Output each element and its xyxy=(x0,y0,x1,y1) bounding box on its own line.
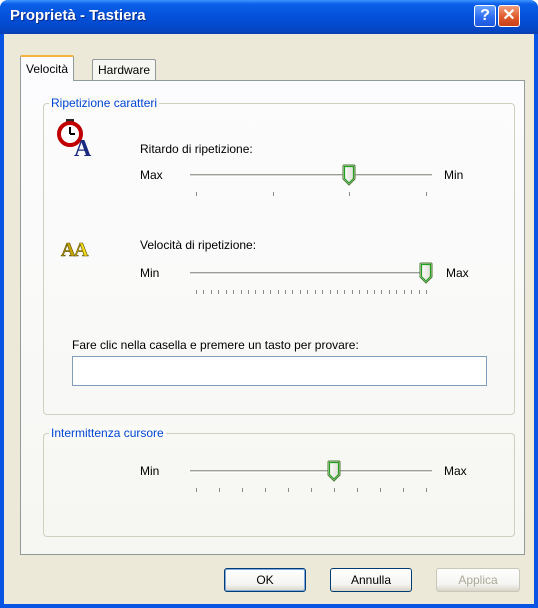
ok-button[interactable]: OK xyxy=(224,568,306,592)
keyboard-properties-window: Proprietà - Tastiera ? ✕ Velocità Hardwa… xyxy=(0,0,538,608)
rate-tick xyxy=(203,290,204,294)
rate-tick xyxy=(285,290,286,294)
repeat-group: Ripetizione caratteri A Ritardo di ripet… xyxy=(43,96,515,415)
rate-tick xyxy=(344,290,345,294)
svg-text:A: A xyxy=(74,136,92,158)
rate-tick xyxy=(263,290,264,294)
blink-max-label: Max xyxy=(444,464,467,478)
rate-tick xyxy=(315,290,316,294)
rate-tick xyxy=(359,290,360,294)
rate-tick xyxy=(278,290,279,294)
delay-min-label: Max xyxy=(140,168,163,182)
title-bar[interactable]: Proprietà - Tastiera ? ✕ xyxy=(0,0,538,34)
delay-tick xyxy=(349,192,350,196)
repeat-group-legend: Ripetizione caratteri xyxy=(49,96,160,110)
delay-max-label: Min xyxy=(444,168,464,182)
rate-tick xyxy=(307,290,308,294)
rate-tick xyxy=(218,290,219,294)
blink-tick xyxy=(219,488,220,492)
blink-tick xyxy=(426,488,427,492)
blink-thumb[interactable] xyxy=(327,460,341,482)
delay-tick xyxy=(273,192,274,196)
rate-tick xyxy=(367,290,368,294)
blink-tick xyxy=(334,488,335,492)
double-letter-a-icon: A A xyxy=(61,239,90,260)
rate-tick xyxy=(241,290,242,294)
blink-tick xyxy=(357,488,358,492)
apply-button[interactable]: Applica xyxy=(436,568,520,592)
cancel-button[interactable]: Annulla xyxy=(330,568,412,592)
rate-tick xyxy=(404,290,405,294)
rate-tick xyxy=(211,290,212,294)
svg-text:A: A xyxy=(74,239,89,260)
tab-velocita[interactable]: Velocità xyxy=(20,55,75,81)
rate-thumb[interactable] xyxy=(419,262,433,284)
rate-tick xyxy=(196,290,197,294)
stopwatch-letter-a-icon: A xyxy=(57,119,92,158)
rate-min-label: Min xyxy=(140,266,160,280)
rate-tick xyxy=(255,290,256,294)
rate-tick xyxy=(226,290,227,294)
rate-tick xyxy=(322,290,323,294)
blink-tick xyxy=(242,488,243,492)
window-title: Proprietà - Tastiera xyxy=(10,7,146,24)
delay-tick xyxy=(196,192,197,196)
rate-tick xyxy=(411,290,412,294)
rate-tick xyxy=(330,290,331,294)
delay-tick xyxy=(426,192,427,196)
blink-tick xyxy=(380,488,381,492)
blink-min-label: Min xyxy=(140,464,160,478)
blink-tick xyxy=(311,488,312,492)
close-button[interactable]: ✕ xyxy=(498,5,520,27)
test-box-label: Fare clic nella casella e premere un tas… xyxy=(72,338,359,352)
rate-tick xyxy=(381,290,382,294)
rate-tick xyxy=(374,290,375,294)
rate-tick xyxy=(233,290,234,294)
delay-thumb[interactable] xyxy=(342,164,356,186)
rate-tick xyxy=(248,290,249,294)
blink-tick xyxy=(196,488,197,492)
rate-tick xyxy=(292,290,293,294)
blink-track[interactable] xyxy=(190,470,432,473)
rate-tick xyxy=(300,290,301,294)
delay-slider[interactable] xyxy=(190,164,432,204)
blink-rate-slider[interactable] xyxy=(190,460,432,500)
blink-tick xyxy=(288,488,289,492)
delay-label: Ritardo di ripetizione: xyxy=(140,142,253,156)
rate-max-label: Max xyxy=(446,266,469,280)
rate-track[interactable] xyxy=(190,272,432,275)
tab-hardware[interactable]: Hardware xyxy=(92,59,157,80)
cursor-blink-legend: Intermittenza cursore xyxy=(49,426,166,440)
rate-tick xyxy=(352,290,353,294)
blink-tick xyxy=(403,488,404,492)
rate-slider[interactable] xyxy=(190,262,433,302)
rate-label: Velocità di ripetizione: xyxy=(140,238,257,252)
rate-tick xyxy=(396,290,397,294)
rate-tick xyxy=(389,290,390,294)
rate-tick xyxy=(419,290,420,294)
rate-tick xyxy=(337,290,338,294)
delay-track[interactable] xyxy=(190,174,432,177)
tab-panel-velocita: Ripetizione caratteri A Ritardo di ripet… xyxy=(20,80,525,555)
blink-tick xyxy=(265,488,266,492)
help-button[interactable]: ? xyxy=(474,5,496,27)
test-input[interactable] xyxy=(72,356,487,386)
cursor-blink-group: Intermittenza cursore Min Max xyxy=(43,426,515,537)
rate-tick xyxy=(270,290,271,294)
rate-tick xyxy=(426,290,427,294)
